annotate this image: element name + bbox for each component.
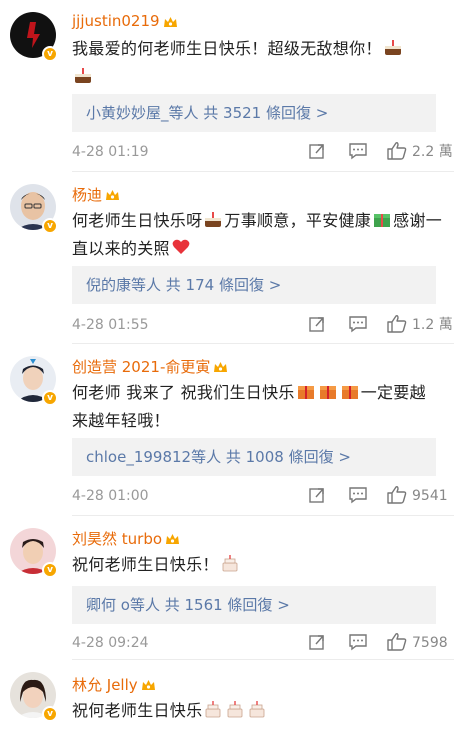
username[interactable]: 林允 Jelly [72,674,156,695]
timestamp: 4-28 01:00 [72,488,149,504]
share-icon[interactable] [308,486,326,508]
cake-emoji-icon [73,65,93,85]
heart-emoji-icon [171,237,191,257]
comment-icon[interactable] [348,315,368,337]
comment-meta: 4-28 01:19 2.2 萬 [72,141,453,165]
reply-names[interactable]: 倪的康 [86,276,131,294]
comment-text: 祝何老师生日快乐 [72,697,442,725]
like-count: 7598 [412,635,448,651]
reply-names[interactable]: chloe_199812 [86,448,191,466]
username[interactable]: 创造营 2021-俞更寅 [72,356,228,377]
cake-emoji-icon [383,37,403,57]
gift-emoji-icon [372,209,392,229]
timestamp: 4-28 01:55 [72,317,149,333]
comment-icon[interactable] [348,633,368,655]
thumbs-up-icon[interactable] [386,141,408,165]
comment-meta: 4-28 01:55 1.2 萬 [72,314,453,338]
comment-icon[interactable] [348,142,368,164]
comment-text: 何老师生日快乐呀 万事顺意，平安健康 感谢一直以来的关照 [72,209,443,258]
comment-text: 何老师 我来了 祝我们生日快乐 一定要越来越年轻哦！ [72,381,426,430]
verified-v-badge-icon: v [42,218,58,234]
comment-item: v 杨迪 何老师生日快乐呀 万事顺意，平安健康 感谢一直以来的关照 倪的康等人 共 … [0,172,454,344]
thumbs-up-icon[interactable] [386,632,408,656]
comment-icon[interactable] [348,486,368,508]
comment-item: v 刘昊然 turbo 祝何老师生日快乐！ 卿何 o等人 共 1561 條回復 … [0,516,454,660]
thumbs-up-icon[interactable] [386,485,408,509]
reply-count[interactable]: 等人 共 174 條回復 > [131,276,281,294]
birthday-cake-emoji-icon [203,699,223,719]
username[interactable]: 杨迪 [72,184,120,205]
comment-item: v jjjustin0219 我最爱的何老师生日快乐！超级无敌想你！ 小黄妙妙屋… [0,0,454,172]
gift-emoji-icon [318,381,338,401]
username[interactable]: jjjustin0219 [72,12,178,30]
reply-summary[interactable]: 倪的康等人 共 174 條回復 > [72,266,436,304]
thumbs-up-icon[interactable] [386,314,408,338]
reply-summary[interactable]: 卿何 o等人 共 1561 條回復 > [72,586,436,624]
comment-meta: 4-28 09:24 7598 [72,632,448,656]
birthday-cake-emoji-icon [225,699,245,719]
like-count: 1.2 萬 [412,317,453,333]
comment-meta: 4-28 01:00 9541 [72,485,448,509]
username[interactable]: 刘昊然 turbo [72,528,180,549]
crown-icon [165,532,180,545]
crown-icon [141,678,156,691]
reply-count[interactable]: 等人 共 1008 條回復 > [191,448,351,466]
birthday-cake-emoji-icon [247,699,267,719]
verified-v-badge-icon: v [42,562,58,578]
timestamp: 4-28 09:24 [72,635,149,651]
share-icon[interactable] [308,315,326,337]
cake-emoji-icon [203,209,223,229]
timestamp: 4-28 01:19 [72,144,149,160]
reply-names[interactable]: 卿何 o [86,596,130,614]
reply-count[interactable]: 等人 共 3521 條回復 > [169,104,329,122]
like-count: 2.2 萬 [412,144,453,160]
crown-icon [213,360,228,373]
comment-text: 祝何老师生日快乐！ [72,551,442,579]
reply-summary[interactable]: chloe_199812等人 共 1008 條回復 > [72,438,436,476]
verified-v-badge-icon: v [42,390,58,406]
reply-summary[interactable]: 小黄妙妙屋_等人 共 3521 條回復 > [72,94,436,132]
gift-emoji-icon [340,381,360,401]
comment-item: v 创造营 2021-俞更寅 何老师 我来了 祝我们生日快乐 一定要越来越年轻哦！… [0,344,454,516]
gift-emoji-icon [296,381,316,401]
verified-v-badge-icon: v [42,706,58,722]
share-icon[interactable] [308,142,326,164]
share-icon[interactable] [308,633,326,655]
crown-icon [105,188,120,201]
verified-v-badge-icon: v [42,46,58,62]
birthday-cake-emoji-icon [220,553,240,573]
crown-icon [163,15,178,28]
like-count: 9541 [412,488,448,504]
comment-item: v 林允 Jelly 祝何老师生日快乐 [0,660,454,730]
reply-count[interactable]: 等人 共 1561 條回復 > [130,596,290,614]
comment-text: 我最爱的何老师生日快乐！超级无敌想你！ [72,35,442,91]
reply-names[interactable]: 小黄妙妙屋_ [86,104,169,122]
